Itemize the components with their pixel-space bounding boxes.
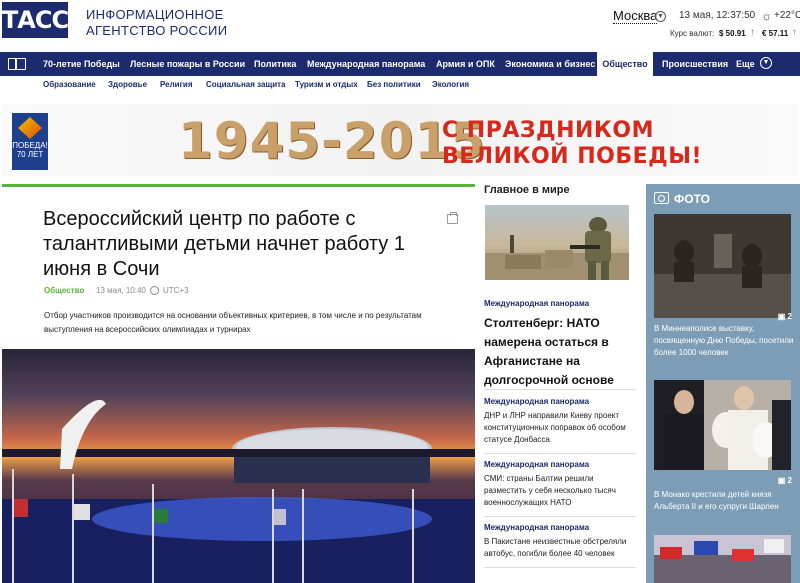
temperature: +22°C <box>774 10 800 21</box>
tass-logo[interactable]: ТАСС <box>2 2 69 38</box>
banner-line-2: ВЕЛИКОЙ ПОБЕДЫ! <box>442 144 703 169</box>
print-icon[interactable] <box>447 212 458 224</box>
photo-caption[interactable]: В Миннеаполисе выставку, посвященную Дню… <box>654 323 794 359</box>
nav-item-incidents[interactable]: Происшествия <box>662 52 728 76</box>
news-tag[interactable]: Международная панорама <box>484 523 589 532</box>
arrow-up-icon: ↑ <box>750 27 755 38</box>
nav-item-army[interactable]: Армия и ОПК <box>436 52 495 76</box>
eur-rate: € 57.11 <box>762 29 789 38</box>
museum-busts-image <box>654 214 791 318</box>
sochi-stadium-image <box>2 399 475 583</box>
news-tag[interactable]: Международная панорама <box>484 397 589 406</box>
photo-count: ▣ 2 <box>777 476 792 485</box>
photo-count-value: 2 <box>787 312 792 321</box>
article-lead: Отбор участников производится на основан… <box>44 311 422 334</box>
divider <box>484 516 636 517</box>
photo-item-image[interactable] <box>654 535 791 583</box>
article-title[interactable]: Всероссийский центр по работе с талантли… <box>43 207 428 282</box>
banner-years: 1945-2015 <box>178 112 487 170</box>
victory-70-badge: ПОБЕДА! 70 ЛЕТ <box>12 113 48 170</box>
current-datetime: 13 мая, 12:37:50 <box>679 10 756 21</box>
divider <box>484 453 636 454</box>
subnav-item[interactable]: Туризм и отдых <box>295 80 358 89</box>
photo-caption[interactable]: В Монако крестили детей князя Альберта I… <box>654 489 794 513</box>
badge-line-2: 70 ЛЕТ <box>16 150 44 159</box>
arrow-up-icon: ↑ <box>792 27 797 38</box>
nav-item-society[interactable]: Общество <box>597 52 653 76</box>
main-article: Всероссийский центр по работе с талантли… <box>2 184 475 583</box>
nav-item-fires[interactable]: Лесные пожары в России <box>130 52 245 76</box>
menu-toggle-icon[interactable] <box>0 52 34 76</box>
usd-rate: $ 50.91 <box>719 29 746 38</box>
site-header: ТАСС ИНФОРМАЦИОННОЕ АГЕНТСТВО РОССИИ Мос… <box>0 0 800 50</box>
article-category[interactable]: Общество <box>44 286 84 295</box>
chevron-down-icon[interactable]: ▼ <box>655 11 666 22</box>
photo-count-value: 2 <box>787 476 792 485</box>
subnav-item[interactable]: Социальная защита <box>206 80 285 89</box>
main-news-headline[interactable]: Столтенберг: НАТО намерена остаться в Аф… <box>484 314 624 390</box>
city-selector[interactable]: Москва <box>613 9 658 24</box>
page: ТАСС ИНФОРМАЦИОННОЕ АГЕНТСТВО РОССИИ Мос… <box>0 0 800 583</box>
victory-banner[interactable]: ПОБЕДА! 70 ЛЕТ 1945-2015 С ПРАЗДНИКОМ ВЕ… <box>2 104 798 176</box>
section-title: Главное в мире <box>484 184 570 196</box>
nav-item-world[interactable]: Международная панорама <box>307 52 425 76</box>
main-nav: 70-летие Победы Лесные пожары в России П… <box>0 52 800 76</box>
article-date: 13 мая, 10:40 <box>96 286 146 295</box>
photo-item-image[interactable] <box>654 380 791 470</box>
subnav-item[interactable]: Без политики <box>367 80 421 89</box>
photo-section-title[interactable]: ФОТО <box>654 192 710 206</box>
world-news: Главное в мире Международная панорама Ст… <box>484 184 638 583</box>
nav-item-economy[interactable]: Экономика и бизнес <box>505 52 595 76</box>
agency-line-2: АГЕНТСТВО РОССИИ <box>86 23 228 38</box>
news-item[interactable]: СМИ: страны Балтии решили разместить у с… <box>484 473 634 509</box>
sun-icon: ☼ <box>761 9 772 23</box>
rates-label: Курс валют: <box>670 29 715 38</box>
nav-item-victory[interactable]: 70-летие Победы <box>43 52 120 76</box>
news-item[interactable]: ДНР и ЛНР направили Киеву проект констит… <box>484 410 634 446</box>
chevron-down-icon[interactable]: ▼ <box>760 57 772 69</box>
agency-name: ИНФОРМАЦИОННОЕ АГЕНТСТВО РОССИИ <box>86 7 236 39</box>
news-item[interactable]: В Пакистане неизвестные обстреляли автоб… <box>484 536 634 560</box>
article-timezone: UTC+3 <box>163 286 189 295</box>
subnav-item[interactable]: Образование <box>43 80 96 89</box>
subnav-item[interactable]: Религия <box>160 80 193 89</box>
news-tag[interactable]: Международная панорама <box>484 460 589 469</box>
photo-item-image[interactable] <box>654 214 791 318</box>
article-accent-bar <box>2 184 475 187</box>
nav-item-politics[interactable]: Политика <box>254 52 296 76</box>
nav-item-more[interactable]: Еще <box>736 52 755 76</box>
subnav-item[interactable]: Экология <box>432 80 469 89</box>
badge-line-1: ПОБЕДА! <box>12 141 48 150</box>
royal-christening-image <box>654 380 791 470</box>
agency-line-1: ИНФОРМАЦИОННОЕ <box>86 7 224 22</box>
main-news-image[interactable] <box>485 205 629 280</box>
article-photo[interactable] <box>2 349 475 583</box>
divider <box>484 389 636 390</box>
banner-line-1: С ПРАЗДНИКОМ <box>442 118 654 143</box>
sub-nav: Образование Здоровье Религия Социальная … <box>0 76 800 96</box>
photo-section: ФОТО ▣ 2 В Миннеаполисе выставку, посвящ… <box>646 184 800 583</box>
divider <box>484 567 636 568</box>
subnav-item[interactable]: Здоровье <box>108 80 147 89</box>
photo-count: ▣ 2 <box>777 312 792 321</box>
crowd-flags-image <box>654 535 791 583</box>
clock-icon <box>150 286 159 295</box>
soldier-image <box>485 217 629 280</box>
main-news-tag[interactable]: Международная панорама <box>484 299 589 308</box>
